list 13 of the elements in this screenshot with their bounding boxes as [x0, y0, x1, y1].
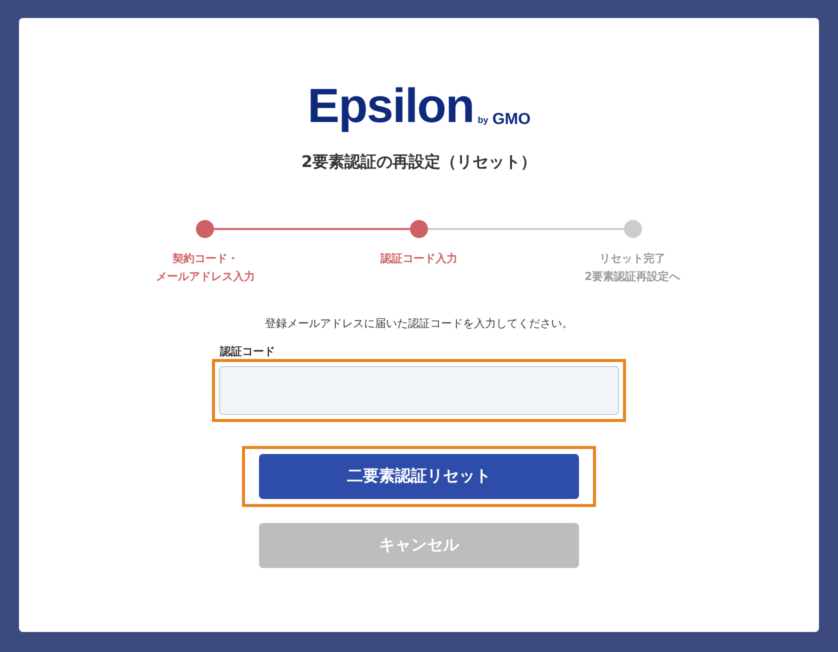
logo: Epsilon	[307, 84, 474, 130]
code-input[interactable]	[219, 366, 619, 414]
page-title: 2要素認証の再設定（リセット）	[301, 151, 537, 173]
logo-suffix: by	[478, 114, 488, 127]
field-label: 認証コード	[220, 344, 276, 358]
logo-brand: GMO	[492, 111, 531, 129]
instruction-text: 登録メールアドレスに届いた認証コードを入力してください。	[265, 316, 573, 332]
step-label: 2要素認証再設定へ	[584, 269, 680, 285]
step-label: メールアドレス入力	[156, 269, 256, 285]
step-label: リセット完了	[599, 251, 666, 267]
reset-button[interactable]: 二要素認証リセット	[259, 454, 579, 498]
step-label: 認証コード入力	[380, 251, 458, 267]
step-label: 契約コード・	[172, 251, 239, 267]
